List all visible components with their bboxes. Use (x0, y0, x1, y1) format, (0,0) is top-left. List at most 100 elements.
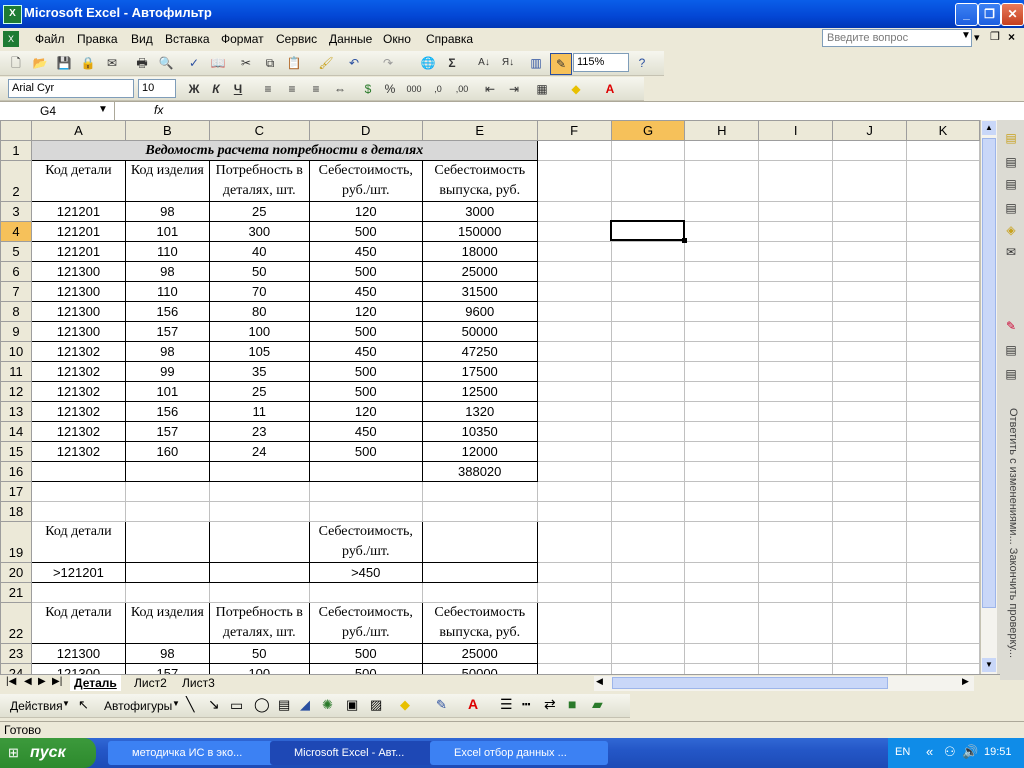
worksheet-grid[interactable]: A B C D E F G H I J K 1 Ведомость расчета потребност… (0, 120, 980, 674)
cell[interactable] (684, 501, 760, 522)
data-cell[interactable]: 120 (308, 401, 423, 422)
data-cell[interactable]: 500 (308, 361, 423, 382)
cell[interactable] (684, 140, 760, 161)
cell[interactable] (906, 421, 980, 442)
cell[interactable] (832, 261, 908, 282)
review-icon-4[interactable]: ▤ (1001, 198, 1021, 218)
reviewing-toolbar-text[interactable]: Ответить с изменениями... Закончить пров… (1003, 408, 1019, 672)
cell[interactable] (536, 261, 612, 282)
review-icon-8[interactable]: ▤ (1001, 340, 1021, 360)
tab-last-icon[interactable]: ▶| (52, 676, 62, 687)
sort-descending-icon[interactable]: Я↓ (498, 53, 518, 73)
cell[interactable] (906, 301, 980, 322)
data-cell[interactable]: 11 (208, 401, 310, 422)
cell[interactable] (832, 582, 908, 603)
cell[interactable] (610, 481, 686, 502)
select-all-corner[interactable] (0, 120, 32, 141)
data-cell[interactable]: 500 (308, 381, 423, 402)
shadow-icon[interactable]: ■ (568, 696, 576, 712)
cell[interactable] (30, 501, 126, 522)
cell[interactable] (758, 602, 834, 644)
paste-icon[interactable]: 📋 (284, 53, 304, 73)
data-cell[interactable]: 121201 (30, 241, 126, 262)
cell[interactable] (832, 461, 908, 482)
cell[interactable] (758, 562, 834, 583)
cell[interactable] (684, 221, 760, 242)
cell[interactable] (684, 261, 760, 282)
borders-icon[interactable]: ▦ (532, 79, 552, 99)
cell[interactable] (684, 361, 760, 382)
data-cell[interactable]: 500 (308, 441, 423, 462)
cell[interactable] (758, 160, 834, 202)
cell[interactable] (832, 321, 908, 342)
data-cell[interactable]: 9600 (421, 301, 538, 322)
cell[interactable] (208, 481, 310, 502)
decrease-indent-icon[interactable]: ⇤ (480, 79, 500, 99)
cell[interactable] (536, 221, 612, 242)
row-header[interactable]: 8 (0, 301, 32, 322)
zoom-select[interactable]: 115% (573, 53, 629, 72)
align-right-icon[interactable]: ≡ (306, 79, 326, 99)
column-header[interactable]: B (124, 120, 210, 141)
data-cell[interactable]: 40 (208, 241, 310, 262)
cell[interactable] (906, 381, 980, 402)
cell[interactable] (758, 201, 834, 222)
cell[interactable] (906, 562, 980, 583)
data-cell[interactable]: 157 (124, 421, 210, 442)
cell[interactable] (30, 481, 126, 502)
data-cell[interactable]: 31500 (421, 281, 538, 302)
review-icon-2[interactable]: ▤ (1001, 152, 1021, 172)
data-cell[interactable]: 25000 (421, 261, 538, 282)
cell[interactable] (906, 582, 980, 603)
currency-icon[interactable]: $ (358, 79, 378, 99)
dash-style-icon[interactable]: ┅ (522, 696, 530, 713)
row-header[interactable]: 3 (0, 201, 32, 222)
cell[interactable] (758, 663, 834, 674)
menu-view[interactable]: Вид (131, 32, 153, 46)
table-header-cell[interactable]: Себестоимость, руб./шт. (308, 160, 423, 202)
row-header[interactable]: 7 (0, 281, 32, 302)
data-cell[interactable]: 98 (124, 341, 210, 362)
insert-function-button[interactable]: fx (154, 103, 163, 117)
cell[interactable] (906, 261, 980, 282)
cell[interactable] (421, 501, 538, 522)
cell[interactable] (684, 421, 760, 442)
doc-minimize-icon[interactable]: ▾ (974, 31, 980, 44)
row-header[interactable]: 12 (0, 381, 32, 402)
cell[interactable] (906, 602, 980, 644)
cell[interactable] (758, 321, 834, 342)
scroll-right-icon[interactable]: ▶ (962, 676, 969, 687)
data-cell[interactable]: 450 (308, 421, 423, 442)
cell[interactable] (758, 441, 834, 462)
data-cell[interactable]: 160 (124, 441, 210, 462)
data-cell[interactable]: 50000 (421, 321, 538, 342)
name-box-dropdown-icon[interactable]: ▼ (98, 104, 108, 115)
cell[interactable] (536, 521, 612, 563)
arrow-style-icon[interactable]: ⇄ (544, 696, 556, 713)
spelling-icon[interactable]: ✓ (184, 53, 204, 73)
table-header-cell[interactable]: Потребность в деталях, шт. (208, 160, 310, 202)
decrease-decimal-icon[interactable]: ,00 (452, 79, 472, 99)
data-cell[interactable]: 500 (308, 221, 423, 242)
taskbar-item-word-doc[interactable]: методичка ИС в эко... (108, 741, 286, 765)
data-cell[interactable]: 70 (208, 281, 310, 302)
row-header[interactable]: 14 (0, 421, 32, 442)
column-header[interactable]: F (536, 120, 612, 141)
cell[interactable] (832, 361, 908, 382)
active-cell-g4[interactable] (610, 220, 685, 241)
oval-icon[interactable]: ◯ (254, 696, 270, 713)
cell[interactable] (610, 582, 686, 603)
cell[interactable] (758, 501, 834, 522)
cell[interactable] (906, 441, 980, 462)
menu-tools[interactable]: Сервис (276, 32, 317, 46)
cell[interactable] (610, 140, 686, 161)
language-indicator[interactable]: EN (895, 746, 910, 758)
permission-icon[interactable]: 🔒 (78, 53, 98, 73)
cell[interactable] (684, 643, 760, 664)
cell[interactable] (758, 643, 834, 664)
data-cell[interactable]: 101 (124, 221, 210, 242)
column-header[interactable]: G (610, 120, 686, 141)
underline-button[interactable]: Ч (228, 79, 248, 99)
review-icon-5[interactable]: ◈ (1001, 220, 1021, 240)
tab-prev-icon[interactable]: ◀ (24, 676, 32, 687)
